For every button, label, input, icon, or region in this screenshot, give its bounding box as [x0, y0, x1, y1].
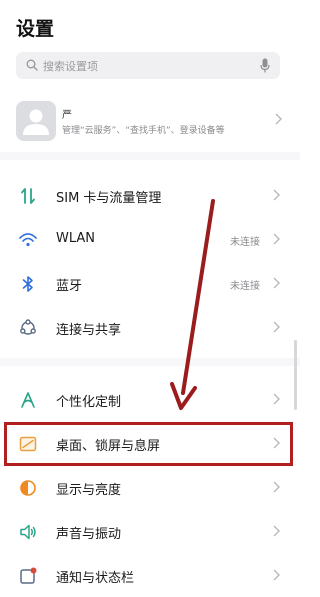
menu-item-label: WLAN [56, 231, 96, 246]
notification-icon [20, 567, 37, 584]
menu-item-label: 声音与振动 [56, 527, 122, 542]
share-icon [20, 319, 36, 335]
avatar [16, 101, 56, 141]
account-name: 严 [62, 110, 72, 121]
search-placeholder: 搜索设置项 [43, 60, 98, 73]
sound-icon [20, 524, 36, 540]
menu-item-label: 连接与共享 [56, 323, 122, 338]
menu-item-wlan[interactable]: WLAN 未连接 [0, 218, 300, 262]
section-divider [0, 358, 300, 366]
bluetooth-icon [22, 276, 33, 292]
menu-item-value: 未连接 [230, 281, 260, 292]
menu-item-label: 蓝牙 [56, 279, 83, 294]
menu-item-sim[interactable]: SIM 卡与流量管理 [0, 174, 300, 218]
microphone-icon[interactable] [260, 58, 270, 73]
sim-data-icon [21, 188, 35, 204]
chevron-right-icon [275, 113, 282, 125]
section-divider [0, 152, 300, 160]
menu-item-bluetooth[interactable]: 蓝牙 未连接 [0, 262, 300, 306]
menu-item-display-brightness[interactable]: 显示与亮度 [0, 466, 300, 510]
chevron-right-icon [273, 525, 280, 537]
scrollbar[interactable] [294, 340, 297, 410]
menu-item-label: 个性化定制 [56, 395, 122, 410]
account-description: 管理“云服务”、“查找手机”、登录设备等 [62, 126, 225, 136]
chevron-right-icon [273, 189, 280, 201]
menu-item-value: 未连接 [230, 237, 260, 248]
menu-item-label: 显示与亮度 [56, 483, 122, 498]
highlight-box [4, 422, 293, 466]
chevron-right-icon [273, 569, 280, 581]
chevron-right-icon [273, 393, 280, 405]
menu-item-notification-statusbar[interactable]: 通知与状态栏 [0, 554, 300, 597]
account-row[interactable]: 严 管理“云服务”、“查找手机”、登录设备等 [16, 100, 284, 142]
page-title: 设置 [16, 18, 55, 40]
brightness-icon [20, 480, 36, 496]
chevron-right-icon [273, 481, 280, 493]
menu-item-label: SIM 卡与流量管理 [56, 191, 162, 206]
menu-item-personalization[interactable]: 个性化定制 [0, 378, 300, 422]
chevron-right-icon [273, 233, 280, 245]
menu-item-connection-sharing[interactable]: 连接与共享 [0, 306, 300, 350]
search-icon [26, 59, 38, 71]
search-bar[interactable]: 搜索设置项 [16, 52, 280, 79]
menu-item-label: 通知与状态栏 [56, 571, 135, 586]
user-icon [23, 109, 49, 135]
personalize-icon [21, 392, 35, 408]
chevron-right-icon [273, 321, 280, 333]
menu-item-sound-vibration[interactable]: 声音与振动 [0, 510, 300, 554]
wifi-icon [19, 233, 37, 247]
chevron-right-icon [273, 277, 280, 289]
